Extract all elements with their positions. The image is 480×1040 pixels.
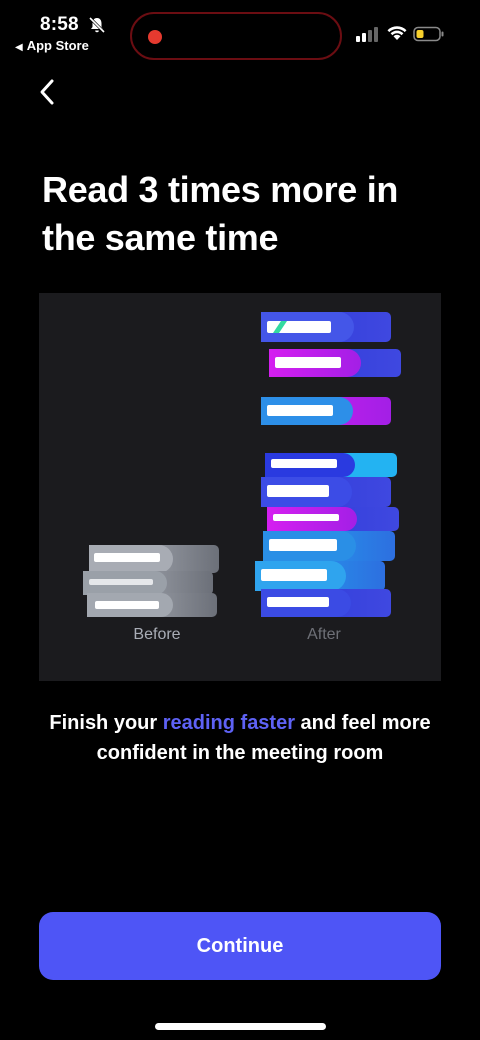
after-label: After [307,626,341,643]
wifi-icon [387,26,407,40]
before-book-stack [83,545,219,617]
dynamic-island [130,12,342,60]
page-title: Read 3 times more in the same time [42,169,399,258]
recording-dot-icon [148,30,162,44]
after-book-stack-top [261,312,401,425]
bell-slash-icon [88,16,106,34]
description-highlight: reading faster [162,712,295,734]
back-app-label: App Store [26,38,89,53]
back-to-app-store-link[interactable]: ◀ App Store [15,38,89,53]
back-triangle-icon: ◀ [15,42,23,53]
books-comparison-illustration: Before After [39,293,441,681]
before-label: Before [133,626,181,643]
status-time: 8:58 [40,14,79,35]
back-button[interactable] [36,76,60,108]
after-book-stack-bottom [255,453,399,617]
description-part-1: Finish your [49,712,163,734]
book-stacks-graphic [83,312,401,617]
status-bar: 8:58 ◀ App Store [0,0,480,64]
cellular-signal-icon [356,26,380,42]
continue-button[interactable]: Continue [39,912,441,980]
description-text: Finish your reading faster and feel more… [40,708,440,768]
battery-icon [413,26,444,42]
home-indicator[interactable] [155,1023,326,1030]
